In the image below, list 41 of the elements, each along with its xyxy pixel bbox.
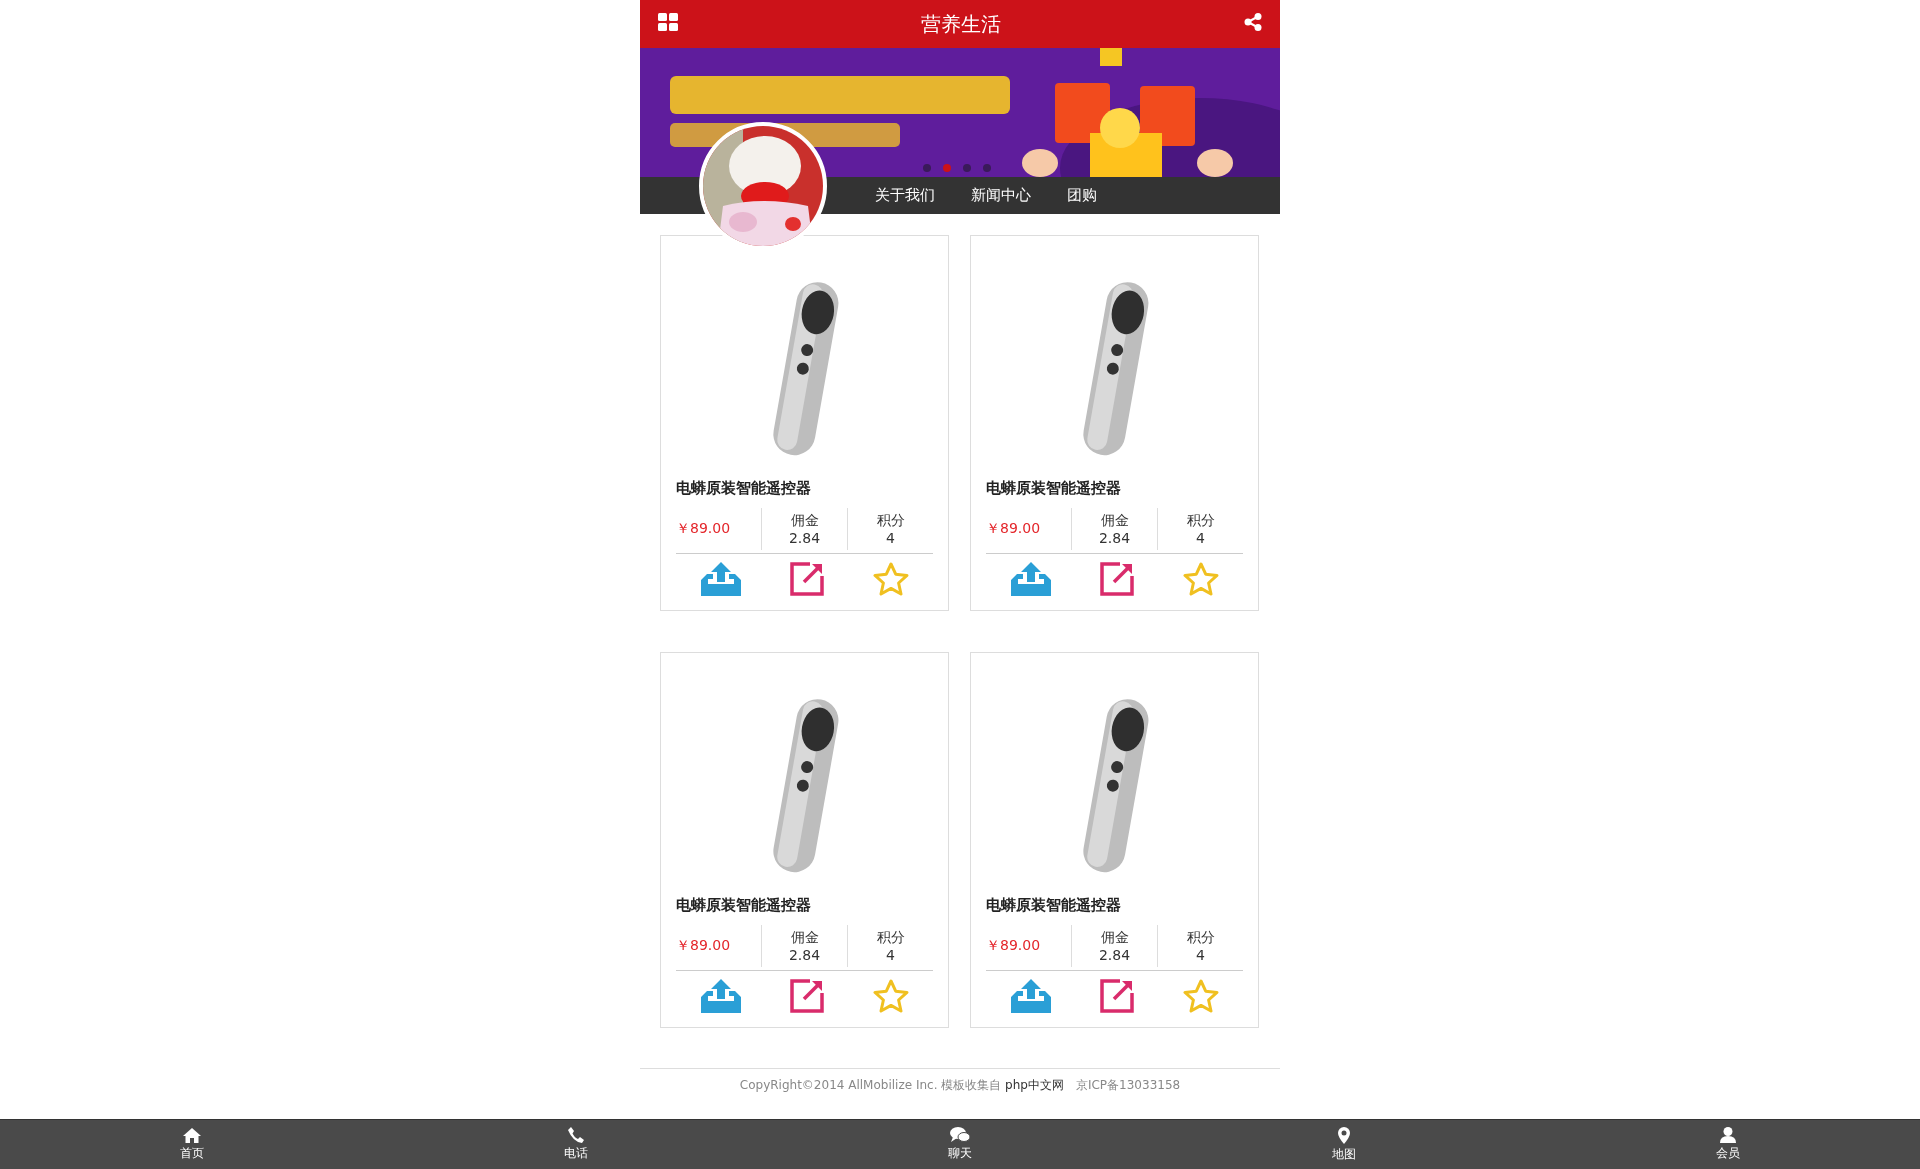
commission-value: 2.84 <box>788 529 821 547</box>
product-price: ￥89.00 <box>986 937 1041 955</box>
tab-label[interactable]: 地图 <box>1332 1145 1356 1163</box>
commission-value: 2.84 <box>1098 946 1131 964</box>
commission-label: 佣金 <box>790 928 819 946</box>
product-name[interactable]: 电蟒原装智能遥控器 <box>986 479 1243 498</box>
copyright-text: CopyRight©2014 AllMobilize Inc. 模板收集自 <box>739 1078 1003 1092</box>
points-value: 4 <box>886 529 895 547</box>
commission-label: 佣金 <box>1100 511 1129 529</box>
product-name[interactable]: 电蟒原装智能遥控器 <box>676 479 933 498</box>
points-label: 积分 <box>876 928 905 946</box>
product-price: ￥89.00 <box>676 937 731 955</box>
nav-link[interactable]: 团购 <box>1067 186 1097 205</box>
points-label: 积分 <box>876 511 905 529</box>
tab-label[interactable]: 聊天 <box>948 1145 972 1162</box>
icp-text: 京ICP备13033158 <box>1075 1078 1181 1092</box>
tab-label[interactable]: 首页 <box>180 1144 204 1162</box>
product-price: ￥89.00 <box>676 520 731 538</box>
site-link[interactable]: php中文网 <box>1005 1078 1064 1092</box>
user-icon[interactable] <box>1720 1127 1736 1143</box>
points-value: 4 <box>1196 946 1205 964</box>
points-value: 4 <box>1196 529 1205 547</box>
map-pin-icon[interactable] <box>1338 1126 1350 1144</box>
points-label: 积分 <box>1186 511 1215 529</box>
product-price: ￥89.00 <box>986 520 1041 538</box>
commission-value: 2.84 <box>788 946 821 964</box>
product-name[interactable]: 电蟒原装智能遥控器 <box>986 896 1243 915</box>
product-name[interactable]: 电蟒原装智能遥控器 <box>676 896 933 915</box>
home-icon[interactable] <box>183 1127 201 1143</box>
phone-icon[interactable] <box>568 1127 584 1143</box>
commission-label: 佣金 <box>790 511 819 529</box>
page-title: 营养生活 <box>921 10 1001 38</box>
points-label: 积分 <box>1186 928 1215 946</box>
points-value: 4 <box>886 946 895 964</box>
commission-value: 2.84 <box>1098 529 1131 547</box>
nav-link[interactable]: 关于我们 <box>875 186 935 205</box>
chat-icon[interactable] <box>950 1127 970 1143</box>
commission-label: 佣金 <box>1100 928 1129 946</box>
tab-label[interactable]: 会员 <box>1716 1145 1740 1162</box>
nav-link[interactable]: 新闻中心 <box>971 186 1031 205</box>
tab-label[interactable]: 电话 <box>564 1145 588 1162</box>
